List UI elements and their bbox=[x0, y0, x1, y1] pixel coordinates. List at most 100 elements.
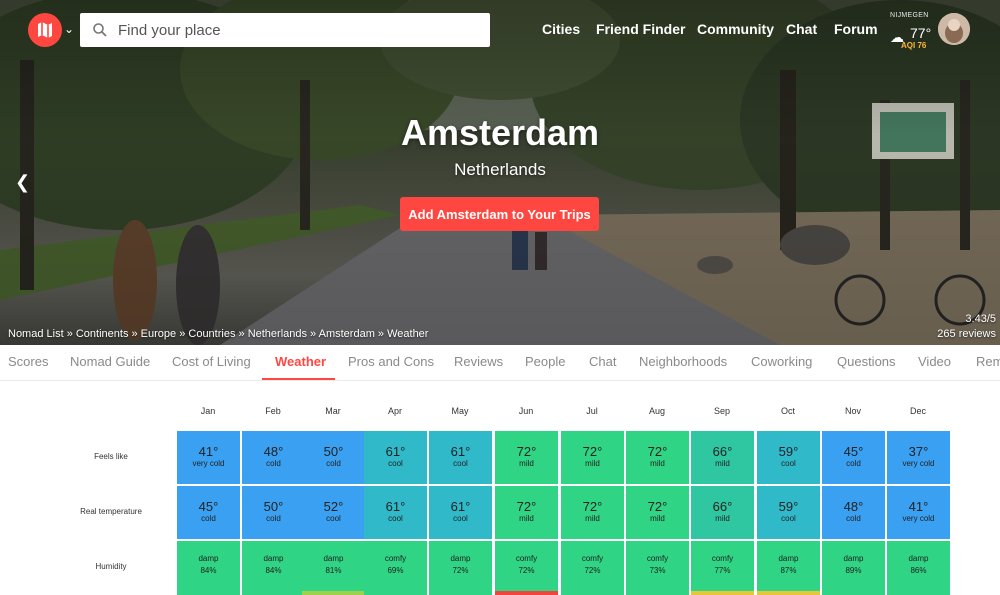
tab-scores[interactable]: Scores bbox=[8, 354, 48, 369]
tab-chat[interactable]: Chat bbox=[589, 354, 616, 369]
tab-nomad-guide[interactable]: Nomad Guide bbox=[70, 354, 150, 369]
month-header: Apr bbox=[387, 406, 402, 416]
weather-cell-value: 61° bbox=[385, 499, 406, 514]
weather-cell[interactable]: 50° cold bbox=[302, 431, 365, 484]
weather-cell-next-row[interactable] bbox=[887, 591, 950, 595]
weather-cell[interactable]: 48° cold bbox=[242, 431, 305, 484]
nav-link-community[interactable]: Community bbox=[697, 21, 774, 37]
weather-cell-value: 50° bbox=[263, 499, 284, 514]
weather-cell[interactable]: 59° cool bbox=[757, 486, 820, 539]
weather-cell[interactable]: 41° very cold bbox=[887, 486, 950, 539]
weather-cell-next-row[interactable] bbox=[177, 591, 240, 595]
weather-cell[interactable]: 61° cool bbox=[364, 431, 427, 484]
weather-cell[interactable]: damp 72% bbox=[429, 541, 492, 594]
nomad-list-logo[interactable] bbox=[28, 13, 62, 47]
nav-community[interactable]: Community bbox=[697, 21, 774, 37]
tab-video[interactable]: Video bbox=[918, 354, 951, 369]
weather-cell-desc: cool bbox=[453, 514, 468, 523]
weather-row-label: Feels like bbox=[94, 452, 128, 461]
tab-questions[interactable]: Questions bbox=[837, 354, 896, 369]
weather-cell-value: comfy bbox=[646, 554, 669, 563]
weather-cell[interactable]: 66° mild bbox=[691, 431, 754, 484]
weather-cell-desc: 72% bbox=[518, 566, 535, 575]
weather-widget[interactable]: NIJMEGEN ☁ 77° AQI 76 bbox=[890, 12, 940, 52]
weather-cell-next-row[interactable] bbox=[757, 591, 820, 595]
weather-cell-next-row[interactable] bbox=[242, 591, 305, 595]
tab-coworking[interactable]: Coworking bbox=[751, 354, 812, 369]
weather-cell[interactable]: comfy 73% bbox=[626, 541, 689, 594]
weather-cell[interactable]: 66° mild bbox=[691, 486, 754, 539]
weather-cell[interactable]: 61° cool bbox=[429, 431, 492, 484]
tab-reviews[interactable]: Reviews bbox=[454, 354, 503, 369]
weather-cell-next-row[interactable] bbox=[429, 591, 492, 595]
weather-cell-desc: mild bbox=[585, 459, 600, 468]
nav-chat[interactable]: Chat bbox=[786, 21, 817, 37]
weather-cell[interactable]: 37° very cold bbox=[887, 431, 950, 484]
weather-cell[interactable]: 45° cold bbox=[177, 486, 240, 539]
weather-cell[interactable]: damp 89% bbox=[822, 541, 885, 594]
add-to-trips-button[interactable]: Add Amsterdam to Your Trips bbox=[400, 197, 599, 231]
nav-link-forum[interactable]: Forum bbox=[834, 21, 878, 37]
weather-cell[interactable]: 45° cold bbox=[822, 431, 885, 484]
weather-cell[interactable]: comfy 72% bbox=[495, 541, 558, 594]
weather-cell[interactable]: damp 84% bbox=[242, 541, 305, 594]
chevron-down-icon[interactable]: ⌄ bbox=[64, 22, 74, 36]
weather-cell[interactable]: 72° mild bbox=[561, 486, 624, 539]
nav-link-cities[interactable]: Cities bbox=[542, 21, 580, 37]
weather-cell[interactable]: 50° cold bbox=[242, 486, 305, 539]
weather-cell-value: 48° bbox=[263, 444, 284, 459]
weather-cell-next-row[interactable] bbox=[364, 591, 427, 595]
weather-cell-desc: mild bbox=[650, 459, 665, 468]
weather-cell[interactable]: damp 81% bbox=[302, 541, 365, 594]
weather-cell-next-row[interactable] bbox=[302, 591, 365, 595]
weather-cell-value: 61° bbox=[385, 444, 406, 459]
weather-cell[interactable]: 41° very cold bbox=[177, 431, 240, 484]
weather-cell[interactable]: damp 87% bbox=[757, 541, 820, 594]
nav-link-chat[interactable]: Chat bbox=[786, 21, 817, 37]
tab-neighborhoods[interactable]: Neighborhoods bbox=[639, 354, 727, 369]
weather-cell[interactable]: 59° cool bbox=[757, 431, 820, 484]
active-tab-indicator bbox=[262, 378, 335, 380]
weather-cell-next-row[interactable] bbox=[822, 591, 885, 595]
avatar-image bbox=[938, 13, 970, 45]
tab-pros-and-cons[interactable]: Pros and Cons bbox=[348, 354, 434, 369]
weather-cell[interactable]: 61° cool bbox=[429, 486, 492, 539]
weather-cell-next-row[interactable] bbox=[691, 591, 754, 595]
weather-cell-desc: cold bbox=[266, 514, 281, 523]
weather-cell[interactable]: 52° cool bbox=[302, 486, 365, 539]
weather-cell[interactable]: 72° mild bbox=[626, 431, 689, 484]
weather-cell-next-row[interactable] bbox=[561, 591, 624, 595]
tab-more[interactable]: Rem bbox=[976, 354, 1000, 369]
tab-weather[interactable]: Weather bbox=[275, 354, 326, 369]
weather-cell[interactable]: comfy 77% bbox=[691, 541, 754, 594]
nav-friend-finder[interactable]: Friend Finder bbox=[596, 21, 685, 37]
weather-cell[interactable]: 72° mild bbox=[495, 431, 558, 484]
weather-cell-value: 61° bbox=[450, 444, 471, 459]
weather-cell[interactable]: 48° cold bbox=[822, 486, 885, 539]
rating-summary[interactable]: 3.43/5 265 reviews bbox=[937, 312, 996, 342]
weather-cell[interactable]: damp 86% bbox=[887, 541, 950, 594]
avatar[interactable] bbox=[938, 13, 970, 45]
weather-cell[interactable]: comfy 69% bbox=[364, 541, 427, 594]
tab-people[interactable]: People bbox=[525, 354, 565, 369]
tab-cost-of-living[interactable]: Cost of Living bbox=[172, 354, 251, 369]
nav-link-friend-finder[interactable]: Friend Finder bbox=[596, 21, 685, 37]
weather-cell-value: damp bbox=[450, 554, 471, 563]
search-bar[interactable] bbox=[80, 13, 490, 47]
weather-cell-value: damp bbox=[908, 554, 929, 563]
weather-cell[interactable]: 61° cool bbox=[364, 486, 427, 539]
weather-cell-next-row[interactable] bbox=[626, 591, 689, 595]
weather-cell-desc: very cold bbox=[902, 514, 935, 523]
nav-cities[interactable]: Cities bbox=[542, 21, 580, 37]
weather-cell[interactable]: comfy 72% bbox=[561, 541, 624, 594]
weather-cell-value: 72° bbox=[516, 499, 537, 514]
nav-forum[interactable]: Forum bbox=[834, 21, 878, 37]
weather-cell[interactable]: damp 84% bbox=[177, 541, 240, 594]
search-input[interactable] bbox=[118, 21, 478, 39]
weather-cell-desc: cool bbox=[453, 459, 468, 468]
weather-cell[interactable]: 72° mild bbox=[626, 486, 689, 539]
weather-cell[interactable]: 72° mild bbox=[495, 486, 558, 539]
breadcrumb[interactable]: Nomad List » Continents » Europe » Count… bbox=[8, 328, 428, 340]
weather-cell-next-row[interactable] bbox=[495, 591, 558, 595]
weather-cell[interactable]: 72° mild bbox=[561, 431, 624, 484]
